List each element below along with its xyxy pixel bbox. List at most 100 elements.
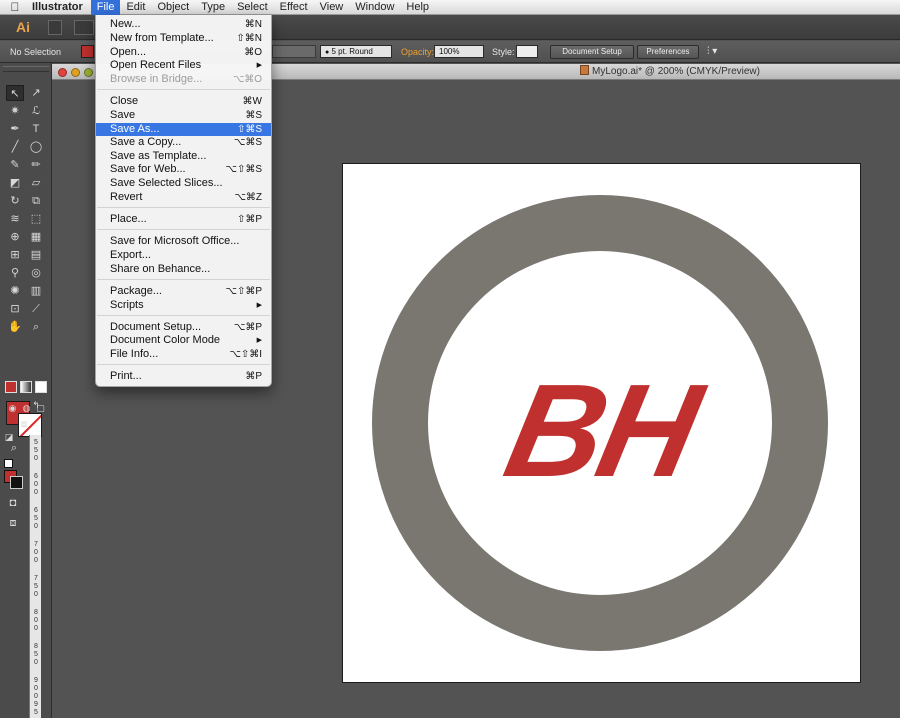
draw-inside-icon[interactable]: ▢ <box>34 400 47 416</box>
opacity-label[interactable]: Opacity: <box>401 41 434 63</box>
menu-view[interactable]: View <box>314 0 350 15</box>
magic-wand-tool-icon[interactable]: ✷ <box>6 103 24 119</box>
line-tool-icon[interactable]: ╱ <box>6 139 24 155</box>
eraser-tool-icon[interactable]: ▱ <box>27 175 45 191</box>
gradient-mode-icon[interactable] <box>20 381 32 393</box>
menu-item-save[interactable]: Save ⌘S <box>96 109 271 122</box>
menu-item-open-recent[interactable]: Open Recent Files ▶ <box>96 59 271 72</box>
menu-item-export[interactable]: Export... <box>96 249 271 262</box>
warp-tool-icon[interactable]: ≋ <box>6 211 24 227</box>
mac-menu-bar:  Illustrator File Edit Object Type Sele… <box>0 0 900 15</box>
panel-grip[interactable] <box>3 66 49 72</box>
eyedropper-tool-icon[interactable]: ⚲ <box>6 265 24 281</box>
vertical-ruler[interactable]: 5 5 0 6 0 0 6 5 0 7 0 0 7 5 0 8 0 0 8 5 … <box>29 435 41 718</box>
menu-item-file-info[interactable]: File Info... ⌥⇧⌘I <box>96 348 271 361</box>
fill-color-swatch[interactable] <box>81 45 94 58</box>
ruler-tick: 9 <box>34 677 38 684</box>
logo-artwork[interactable]: BH <box>343 164 862 684</box>
ellipse-tool-icon[interactable]: ◯ <box>27 139 45 155</box>
zoom-tool-icon[interactable]: ⌕ <box>27 319 45 335</box>
ruler-tick: 0 <box>34 455 38 462</box>
menu-item-print[interactable]: Print... ⌘P <box>96 370 271 383</box>
menu-item-share-on-behance[interactable]: Share on Behance... <box>96 263 271 276</box>
pencil-tool-icon[interactable]: ✏ <box>27 157 45 173</box>
menu-item-save-for-microsoft-office[interactable]: Save for Microsoft Office... <box>96 235 271 248</box>
minimize-window-icon[interactable] <box>71 68 80 77</box>
menu-separator <box>97 89 270 90</box>
menu-item-new-from-template[interactable]: New from Template... ⇧⌘N <box>96 32 271 45</box>
type-tool-icon[interactable]: T <box>27 121 45 137</box>
submenu-arrow-icon: ▶ <box>256 337 262 344</box>
preferences-button[interactable]: Preferences <box>637 45 699 59</box>
mesh-tool-icon[interactable]: ⊞ <box>6 247 24 263</box>
menu-edit[interactable]: Edit <box>120 0 151 15</box>
screen-mode-icon[interactable]: ⧈ <box>15 417 33 433</box>
free-transform-tool-icon[interactable]: ⬚ <box>27 211 45 227</box>
gradient-tool-icon[interactable]: ▤ <box>27 247 45 263</box>
menu-item-save-selected-slices[interactable]: Save Selected Slices... <box>96 177 271 190</box>
selection-tool-icon[interactable]: ↖ <box>6 85 24 101</box>
ruler-tick: 5 <box>34 515 38 522</box>
column-graph-tool-icon[interactable]: ▥ <box>27 283 45 299</box>
menu-item-scripts[interactable]: Scripts ▶ <box>96 299 271 312</box>
menu-select[interactable]: Select <box>231 0 274 15</box>
slice-tool-icon[interactable]: ⟋ <box>27 301 45 317</box>
menu-item-save-for-web[interactable]: Save for Web... ⌥⇧⌘S <box>96 163 271 176</box>
menu-item-document-setup[interactable]: Document Setup... ⌥⌘P <box>96 321 271 334</box>
opacity-field[interactable]: 100% <box>434 45 484 58</box>
artboard-tool-icon[interactable]: ⊡ <box>6 301 24 317</box>
artboard[interactable]: BH <box>342 163 861 683</box>
scale-tool-icon[interactable]: ⧉ <box>27 193 45 209</box>
none-mode-icon[interactable] <box>35 381 47 393</box>
zoom-small-icon[interactable]: ⌕ <box>5 440 23 456</box>
blob-brush-tool-icon[interactable]: ◩ <box>6 175 24 191</box>
apple-icon[interactable]:  <box>0 0 30 14</box>
menu-effect[interactable]: Effect <box>274 0 314 15</box>
menu-file[interactable]: File <box>90 0 121 15</box>
pen-tool-icon[interactable]: ✒ <box>6 121 24 137</box>
brush-definition-dropdown[interactable]: ● 5 pt. Round <box>320 45 392 58</box>
style-label: Style: <box>492 47 515 57</box>
rotate-tool-icon[interactable]: ↻ <box>6 193 24 209</box>
menu-item-package[interactable]: Package... ⌥⇧⌘P <box>96 285 271 298</box>
ruler-tick: 6 <box>34 473 38 480</box>
menu-item-document-color-mode[interactable]: Document Color Mode ▶ <box>96 334 271 347</box>
mini-stroke-box-icon[interactable] <box>10 476 23 489</box>
color-mode-icon[interactable] <box>5 381 17 393</box>
blend-tool-icon[interactable]: ◎ <box>27 265 45 281</box>
hand-tool-icon[interactable]: ✋ <box>6 319 24 335</box>
align-options-icon[interactable]: ⫶ ▾ <box>707 41 717 63</box>
close-window-icon[interactable] <box>58 68 67 77</box>
ruler-tick: 6 <box>34 507 38 514</box>
mini-draw-mode-icon[interactable]: ◘ <box>4 495 22 511</box>
graphic-style-swatch[interactable] <box>516 45 538 58</box>
symbol-sprayer-tool-icon[interactable]: ✺ <box>6 283 24 299</box>
menu-item-place[interactable]: Place... ⇧⌘P <box>96 213 271 226</box>
mini-stroke-icon[interactable] <box>4 459 13 468</box>
menu-item-open[interactable]: Open... ⌘O <box>96 46 271 59</box>
shape-builder-tool-icon[interactable]: ⊕ <box>6 229 24 245</box>
menu-item-save-a-copy[interactable]: Save a Copy... ⌥⌘S <box>96 136 271 149</box>
menu-type[interactable]: Type <box>195 0 231 15</box>
zoom-window-icon[interactable] <box>84 68 93 77</box>
arrange-documents-icon[interactable] <box>74 20 94 35</box>
menu-item-save-as-template[interactable]: Save as Template... <box>96 150 271 163</box>
mini-screen-mode-icon[interactable]: ⧈ <box>4 515 22 531</box>
menu-help[interactable]: Help <box>400 0 435 15</box>
direct-selection-tool-icon[interactable]: ↗ <box>27 85 45 101</box>
bridge-icon[interactable] <box>48 20 62 35</box>
stroke-weight-field[interactable] <box>272 45 316 58</box>
document-setup-button[interactable]: Document Setup <box>550 45 634 59</box>
menu-item-save-as[interactable]: Save As... ⇧⌘S <box>96 123 271 136</box>
menu-window[interactable]: Window <box>349 0 400 15</box>
draw-behind-icon[interactable]: ◍ <box>20 400 33 416</box>
paintbrush-tool-icon[interactable]: ✎ <box>6 157 24 173</box>
menu-item-revert[interactable]: Revert ⌥⌘Z <box>96 191 271 204</box>
menu-object[interactable]: Object <box>151 0 195 15</box>
draw-normal-icon[interactable]: ◉ <box>6 400 19 416</box>
lasso-tool-icon[interactable]: ℒ <box>27 103 45 119</box>
menu-item-new[interactable]: New... ⌘N <box>96 18 271 31</box>
app-name-menu[interactable]: Illustrator <box>30 1 91 13</box>
menu-item-close[interactable]: Close ⌘W <box>96 95 271 108</box>
perspective-grid-tool-icon[interactable]: ▦ <box>27 229 45 245</box>
